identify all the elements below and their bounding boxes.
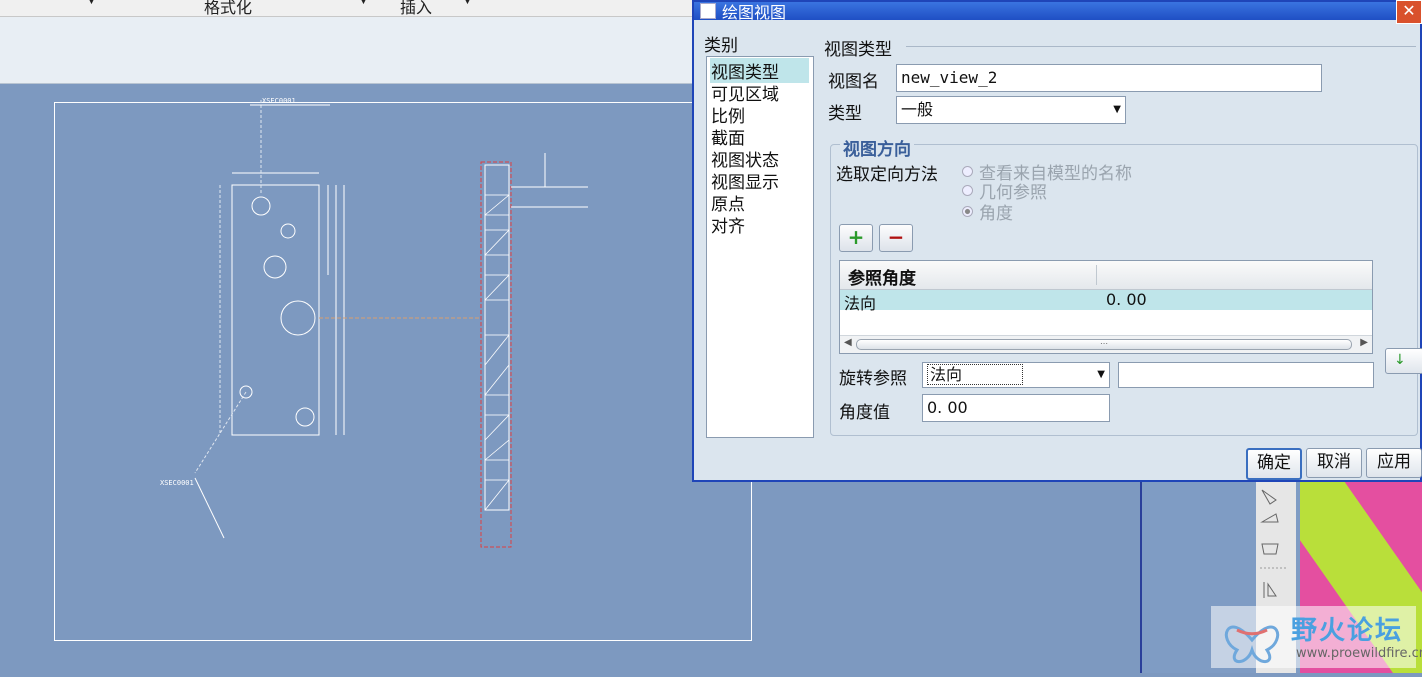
drawing-view-dialog: 绘图视图 ✕ 类别 视图类型 可见区域 比例 截面 视图状态 视图显示 原点 对… [692, 0, 1422, 482]
section-arrow-line [194, 477, 225, 539]
radio-indicator [962, 206, 973, 217]
arrow-down-icon: ↓ [1394, 352, 1406, 368]
section-label: XSEC0001 [262, 97, 296, 105]
horizontal-scrollbar[interactable]: ◀ ⋯ ▶ [840, 335, 1372, 353]
chevron-down-icon: ▼ [1113, 104, 1121, 115]
cancel-button[interactable]: 取消 [1306, 448, 1362, 478]
reference-angle-table: 参照角度 法向 0. 00 ◀ ⋯ ▶ [839, 260, 1373, 354]
hole [295, 407, 315, 427]
view-orientation-title: 视图方向 [840, 135, 914, 160]
scroll-right-icon[interactable]: ▶ [1360, 337, 1368, 348]
watermark: 野火论坛 www.proewildfire.cn [1211, 606, 1422, 668]
hole [251, 196, 271, 216]
chevron-down-icon: ▼ [1097, 369, 1105, 380]
orientation-method-label: 选取定向方法 [836, 165, 938, 185]
rotate-ref-value: 法向 [927, 364, 1024, 385]
table-cell-angle: 0. 00 [1106, 290, 1147, 309]
radio-indicator [962, 185, 973, 196]
section-label: XSEC0001 [160, 479, 194, 487]
rotate-ref-label: 旋转参照 [839, 369, 907, 389]
hole [280, 223, 296, 239]
hole [263, 255, 287, 279]
menu-format[interactable]: 格式化 [204, 0, 252, 18]
scroll-thumb[interactable]: ⋯ [856, 339, 1352, 350]
section-title: 视图类型 [824, 40, 892, 60]
drawing-canvas[interactable]: XSEC0001 XSEC0001 [150, 95, 610, 555]
divider [906, 46, 1416, 47]
window-icon [700, 3, 716, 19]
dialog-titlebar[interactable]: 绘图视图 ✕ [694, 0, 1422, 24]
table-cell-ref: 法向 [844, 294, 877, 313]
radio-indicator [962, 166, 973, 177]
chevron-down-icon[interactable]: ▼ [88, 0, 95, 6]
expand-button[interactable]: ↓ [1385, 348, 1422, 374]
table-row[interactable]: 法向 0. 00 [840, 290, 1372, 313]
chevron-down-icon[interactable]: ▼ [464, 0, 471, 6]
type-select[interactable]: 一般 ▼ [896, 96, 1126, 124]
view-name-input[interactable]: new_view_2 [896, 64, 1322, 92]
toolbar [0, 17, 700, 84]
category-item-alignment[interactable]: 对齐 [711, 212, 745, 237]
butterfly-logo-icon [1224, 625, 1280, 664]
hole [280, 300, 316, 336]
table-header: 参照角度 [840, 261, 1372, 290]
minus-icon: − [887, 225, 905, 249]
section-view-outline [484, 164, 510, 511]
category-list: 视图类型 可见区域 比例 截面 视图状态 视图显示 原点 对齐 [706, 56, 814, 438]
watermark-name: 野火论坛 [1291, 616, 1404, 646]
hatch-pattern [484, 194, 510, 511]
radio-angle[interactable]: 角度 [962, 199, 1013, 224]
category-label: 类别 [704, 36, 738, 56]
add-button[interactable]: + [839, 224, 873, 252]
angle-value-input[interactable]: 0. 00 [922, 394, 1110, 422]
menu-insert[interactable]: 插入 [400, 0, 432, 18]
plus-icon: + [847, 225, 865, 249]
rotate-ref-input[interactable] [1118, 362, 1374, 388]
close-button[interactable]: ✕ [1396, 0, 1422, 24]
scroll-left-icon[interactable]: ◀ [844, 337, 852, 348]
column-divider [1096, 265, 1097, 285]
chevron-down-icon[interactable]: ▼ [360, 0, 367, 6]
dialog-title: 绘图视图 [722, 3, 787, 22]
column-header-ref-angle[interactable]: 参照角度 [848, 264, 916, 289]
type-label: 类型 [828, 104, 862, 124]
apply-button[interactable]: 应用 [1366, 448, 1422, 478]
menu-bar: ▼ 格式化 ▼ 插入 ▼ [0, 0, 700, 17]
watermark-url: www.proewildfire.cn [1296, 646, 1422, 661]
leader-line [194, 391, 247, 474]
type-select-value: 一般 [901, 100, 934, 119]
view-name-label: 视图名 [828, 72, 879, 92]
radio-label: 角度 [979, 204, 1013, 224]
ok-button[interactable]: 确定 [1246, 448, 1302, 480]
remove-button[interactable]: − [879, 224, 913, 252]
angle-value-label: 角度值 [839, 403, 890, 423]
rotate-ref-select[interactable]: 法向 ▼ [922, 362, 1110, 388]
